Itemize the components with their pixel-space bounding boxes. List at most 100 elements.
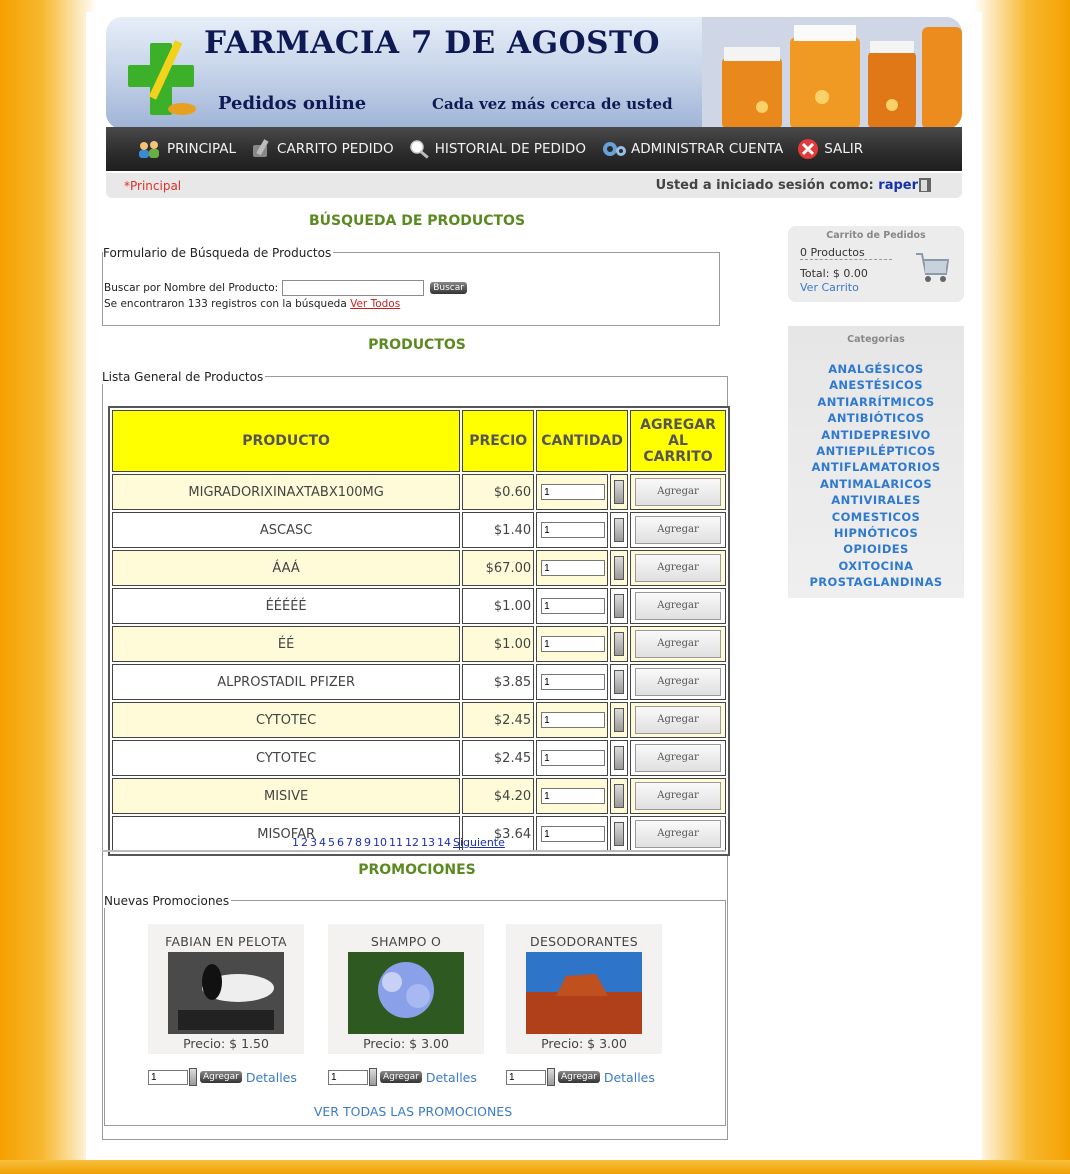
- category-link[interactable]: PROSTAGLANDINAS: [788, 574, 964, 590]
- page-link[interactable]: 11: [389, 836, 403, 849]
- qty-spinner[interactable]: [613, 480, 624, 504]
- promo-add-button[interactable]: Agregar: [200, 1071, 242, 1083]
- page-link[interactable]: 14: [437, 836, 451, 849]
- add-to-cart-button[interactable]: Agregar: [635, 630, 722, 658]
- qty-spinner[interactable]: [613, 708, 624, 732]
- products-heading: PRODUCTOS: [368, 337, 466, 353]
- nav-salir[interactable]: SALIR: [797, 138, 863, 160]
- view-all-link[interactable]: Ver Todos: [350, 298, 400, 310]
- add-to-cart-button[interactable]: Agregar: [635, 592, 722, 620]
- promotions-heading: PROMOCIONES: [358, 862, 476, 878]
- site-banner: FARMACIA 7 DE AGOSTO Pedidos online Cada…: [106, 17, 962, 129]
- qty-spinner[interactable]: [613, 556, 624, 580]
- promo-add-button[interactable]: Agregar: [380, 1071, 422, 1083]
- add-to-cart-button[interactable]: Agregar: [635, 668, 722, 696]
- qty-spinner[interactable]: [613, 670, 624, 694]
- category-link[interactable]: OXITOCINA: [788, 558, 964, 574]
- promo-qty-input[interactable]: [148, 1069, 188, 1085]
- promo-qty-input[interactable]: [328, 1069, 368, 1085]
- search-input[interactable]: [282, 280, 425, 296]
- nav-principal[interactable]: PRINCIPAL: [136, 139, 236, 159]
- promo-details-link[interactable]: Detalles: [246, 1070, 297, 1085]
- add-to-cart-button[interactable]: Agregar: [635, 744, 722, 772]
- next-page-link[interactable]: Siguiente: [453, 836, 505, 849]
- qty-input[interactable]: [541, 788, 606, 805]
- nav-administrar-cuenta[interactable]: ADMINISTRAR CUENTA: [600, 139, 783, 159]
- qty-spinner[interactable]: [613, 594, 624, 618]
- promo-name: SHAMPO O: [370, 934, 442, 949]
- qty-spinner[interactable]: [369, 1068, 377, 1086]
- page-link[interactable]: 5: [328, 836, 335, 849]
- promo-image[interactable]: [168, 952, 284, 1034]
- add-to-cart-button[interactable]: Agregar: [635, 820, 722, 848]
- page-link[interactable]: 4: [319, 836, 326, 849]
- qty-spinner[interactable]: [613, 746, 624, 770]
- add-to-cart-button[interactable]: Agregar: [635, 706, 722, 734]
- breadcrumb[interactable]: *Principal: [124, 179, 181, 193]
- page-link[interactable]: 10: [373, 836, 387, 849]
- qty-input[interactable]: [541, 522, 606, 539]
- pharmacy-cross-logo: [128, 40, 196, 115]
- page-link[interactable]: 1: [292, 836, 299, 849]
- page-link[interactable]: 12: [405, 836, 419, 849]
- add-to-cart-button[interactable]: Agregar: [635, 782, 722, 810]
- view-cart-link[interactable]: Ver Carrito: [800, 281, 859, 294]
- add-cell: Agregar: [630, 702, 726, 738]
- add-to-cart-button[interactable]: Agregar: [635, 478, 722, 506]
- page-link[interactable]: 8: [355, 836, 362, 849]
- page-link[interactable]: 2: [301, 836, 308, 849]
- qty-input[interactable]: [541, 636, 606, 653]
- category-link[interactable]: ANTIDEPRESIVO: [788, 427, 964, 443]
- page-link[interactable]: 6: [337, 836, 344, 849]
- category-link[interactable]: ANTIARRÍTMICOS: [788, 394, 964, 410]
- username[interactable]: raper: [878, 178, 918, 193]
- qty-input[interactable]: [541, 484, 606, 501]
- page-link[interactable]: 3: [310, 836, 317, 849]
- page-link[interactable]: 9: [364, 836, 371, 849]
- qty-spinner[interactable]: [613, 784, 624, 808]
- qty-spinner[interactable]: [547, 1068, 555, 1086]
- categories-heading: Categorias: [847, 334, 905, 345]
- table-row: CYTOTEC$2.45 Agregar: [112, 740, 726, 776]
- category-link[interactable]: ANTIFLAMATORIOS: [788, 459, 964, 475]
- add-to-cart-button[interactable]: Agregar: [635, 554, 722, 582]
- category-link[interactable]: COMESTICOS: [788, 509, 964, 525]
- qty-spinner[interactable]: [189, 1068, 197, 1086]
- nav-historial[interactable]: HISTORIAL DE PEDIDO: [408, 139, 586, 159]
- category-link[interactable]: ANTIMALARICOS: [788, 476, 964, 492]
- qty-spinner[interactable]: [613, 632, 624, 656]
- qty-spinner[interactable]: [613, 518, 624, 542]
- search-button[interactable]: Buscar: [430, 282, 467, 294]
- qty-input[interactable]: [541, 826, 606, 843]
- promo-details-link[interactable]: Detalles: [604, 1070, 655, 1085]
- search-heading: BÚSQUEDA DE PRODUCTOS: [308, 213, 526, 229]
- qty-input[interactable]: [541, 712, 606, 729]
- promo-qty-input[interactable]: [506, 1069, 546, 1085]
- nav-carrito-pedido[interactable]: CARRITO PEDIDO: [250, 139, 394, 159]
- promo-details-link[interactable]: Detalles: [426, 1070, 477, 1085]
- promo-add-button[interactable]: Agregar: [558, 1071, 600, 1083]
- add-cell: Agregar: [630, 626, 726, 662]
- qty-cell: [536, 816, 608, 852]
- promo-image[interactable]: [348, 952, 464, 1034]
- promotions-legend: Nuevas Promociones: [104, 894, 232, 908]
- category-link[interactable]: ANTIVIRALES: [788, 492, 964, 508]
- door-icon[interactable]: [918, 177, 932, 193]
- category-link[interactable]: HIPNÓTICOS: [788, 525, 964, 541]
- qty-input[interactable]: [541, 560, 606, 577]
- category-link[interactable]: ANTIBIÓTICOS: [788, 410, 964, 426]
- qty-spinner[interactable]: [613, 822, 624, 846]
- qty-input[interactable]: [541, 598, 606, 615]
- see-all-promotions-link[interactable]: VER TODAS LAS PROMOCIONES: [102, 1104, 724, 1119]
- category-link[interactable]: ANTIEPILÉPTICOS: [788, 443, 964, 459]
- category-link[interactable]: ANESTÉSICOS: [788, 377, 964, 393]
- category-link[interactable]: OPIOIDES: [788, 541, 964, 557]
- promo-image[interactable]: [526, 952, 642, 1034]
- page-link[interactable]: 7: [346, 836, 353, 849]
- qty-input[interactable]: [541, 750, 606, 767]
- category-link[interactable]: ANALGÉSICOS: [788, 361, 964, 377]
- qty-cell: [536, 550, 608, 586]
- qty-input[interactable]: [541, 674, 606, 691]
- page-link[interactable]: 13: [421, 836, 435, 849]
- add-to-cart-button[interactable]: Agregar: [635, 516, 722, 544]
